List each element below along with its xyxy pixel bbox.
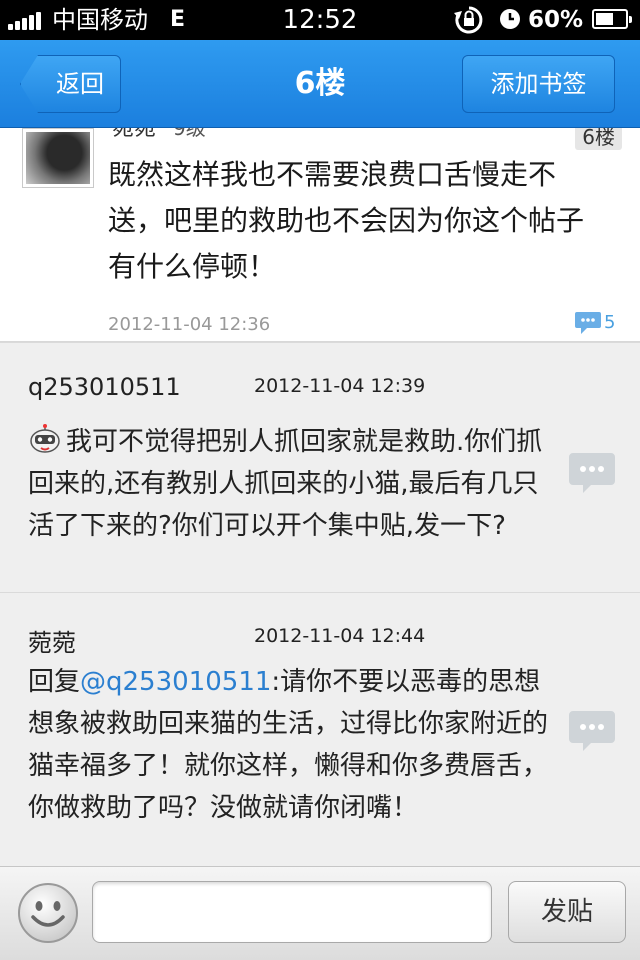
bottom-input-bar: 发贴	[0, 866, 640, 960]
reply-more-icon[interactable]	[568, 709, 616, 753]
post-author-line: 菀菀 9级	[112, 128, 206, 143]
reply-content: 我可不觉得把别人抓回家就是救助.你们抓回来的,还有教别人抓回来的小猫,最后有几只…	[28, 421, 548, 547]
post-timestamp: 2012-11-04 12:36	[108, 314, 271, 335]
reply-username[interactable]: 菀菀	[28, 623, 76, 658]
add-bookmark-button[interactable]: 添加书签	[462, 55, 615, 113]
reply-input[interactable]	[92, 881, 492, 943]
smiley-icon[interactable]	[16, 881, 80, 945]
comment-icon[interactable]	[574, 310, 602, 336]
floor-badge: 6楼	[575, 128, 622, 150]
avatar[interactable]	[22, 128, 94, 188]
author-level: 9级	[173, 128, 206, 140]
battery-percent: 60%	[528, 7, 584, 33]
post-author[interactable]: 菀菀	[112, 128, 156, 141]
avatar-image	[26, 132, 90, 184]
robot-emoji-icon	[30, 424, 60, 453]
rotation-lock-icon	[454, 6, 483, 34]
reply-prefix: 回复	[28, 667, 81, 697]
reply-item: 菀菀 2012-11-04 12:44 回复@q253010511:请你不要以恶…	[0, 592, 640, 866]
reply-more-icon[interactable]	[568, 451, 616, 495]
reply-username[interactable]: q253010511	[28, 373, 181, 401]
status-bar: 中国移动 E 12:52 60%	[0, 0, 640, 40]
mention-link[interactable]: @q253010511	[80, 667, 271, 697]
comment-count[interactable]: 5	[604, 312, 615, 333]
battery-level-fill	[596, 13, 613, 25]
main-post: 菀菀 9级 6楼 既然这样我也不需要浪费口舌慢走不送，吧里的救助也不会因为你这个…	[0, 128, 640, 342]
alarm-icon	[500, 9, 520, 29]
post-content: 既然这样我也不需要浪费口舌慢走不送，吧里的救助也不会因为你这个帖子有什么停顿！	[108, 158, 585, 283]
reply-timestamp: 2012-11-04 12:39	[254, 375, 426, 397]
nav-bar: 返回 6楼 添加书签	[0, 40, 640, 128]
send-post-button[interactable]: 发贴	[508, 881, 626, 943]
battery-icon	[592, 9, 632, 29]
reply-item: q253010511 2012-11-04 12:39 我可不觉得把别人抓回家就…	[0, 342, 640, 592]
reply-text: 我可不觉得把别人抓回家就是救助.你们抓回来的,还有教别人抓回来的小猫,最后有几只…	[28, 427, 543, 541]
reply-timestamp: 2012-11-04 12:44	[254, 625, 426, 647]
reply-content: 回复@q253010511:请你不要以恶毒的思想想象被救助回来猫的生活，过得比你…	[28, 661, 548, 829]
